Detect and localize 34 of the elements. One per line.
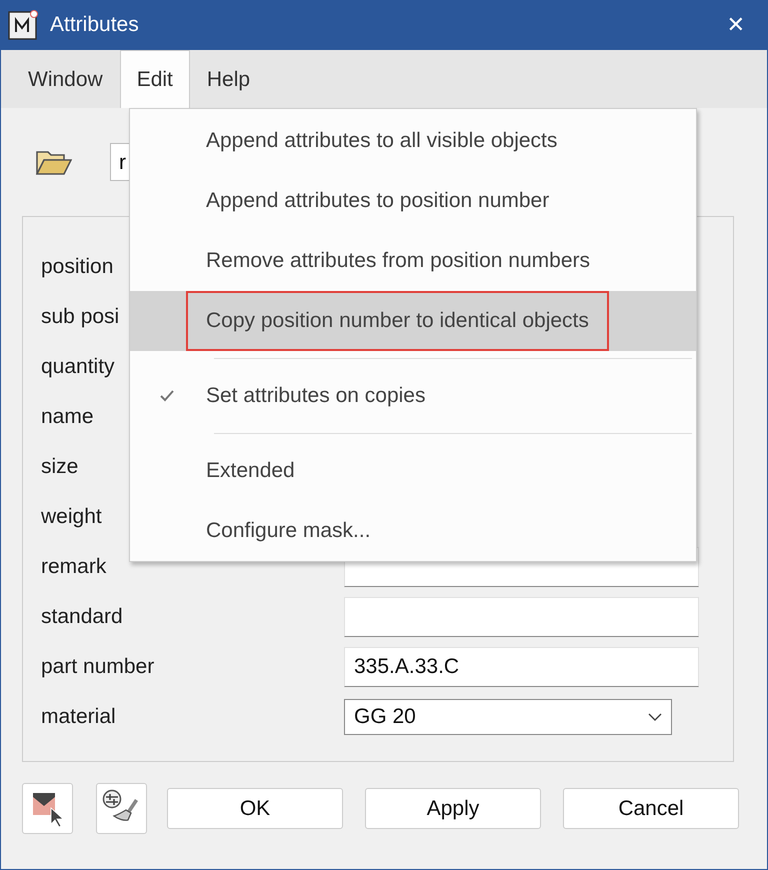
menu-option[interactable]: Append attributes to all visible objects: [130, 111, 696, 171]
input-field[interactable]: 335.A.33.C: [344, 647, 699, 687]
input-field[interactable]: [344, 597, 699, 637]
field-label: size: [41, 455, 78, 479]
clean-button[interactable]: [96, 783, 147, 834]
menu-option[interactable]: Append attributes to position number: [130, 171, 696, 231]
pick-button[interactable]: [22, 783, 73, 834]
window-title: Attributes: [50, 13, 140, 37]
field-label: quantity: [41, 355, 115, 379]
field-label: material: [41, 705, 116, 729]
dialog-button[interactable]: Cancel: [563, 788, 739, 829]
menu-option[interactable]: Set attributes on copies: [130, 366, 696, 426]
field-label: sub posi: [41, 305, 120, 329]
menu-item[interactable]: Edit: [120, 50, 190, 108]
field-label: position: [41, 255, 114, 279]
field-label: weight: [41, 505, 102, 529]
menu-option[interactable]: Remove attributes from position numbers: [130, 231, 696, 291]
field-label: remark: [41, 555, 106, 579]
field-label: name: [41, 405, 94, 429]
app-icon: [8, 10, 38, 40]
menu-item[interactable]: Window: [11, 50, 120, 108]
pick-cursor-icon: [30, 790, 64, 826]
menu-item[interactable]: Help: [190, 50, 268, 108]
menu-option[interactable]: Extended: [130, 441, 696, 501]
folder-icon[interactable]: [36, 149, 72, 175]
menu-option[interactable]: Configure mask...: [130, 501, 696, 561]
field-label: part number: [41, 655, 154, 679]
menu-option[interactable]: Copy position number to identical objects: [130, 291, 696, 351]
chevron-down-icon: [648, 713, 662, 721]
dialog-button[interactable]: OK: [167, 788, 343, 829]
dropdown[interactable]: GG 20: [344, 699, 672, 735]
dialog-button[interactable]: Apply: [365, 788, 541, 829]
field-label: standard: [41, 605, 123, 629]
close-button[interactable]: ✕: [726, 12, 745, 38]
